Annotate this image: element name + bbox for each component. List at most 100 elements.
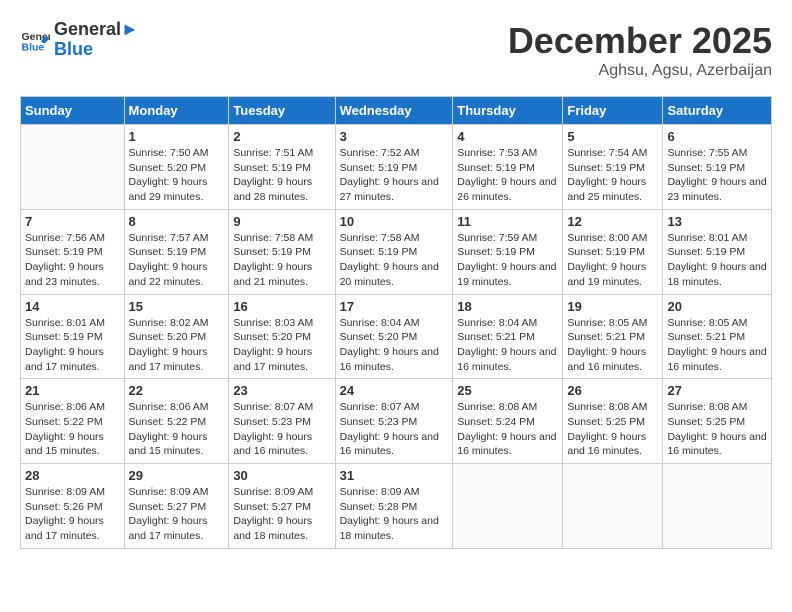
daylight-text: Daylight: 9 hours and 16 minutes. [233,431,312,458]
sunrise-text: Sunrise: 7:50 AM [129,147,209,159]
daylight-text: Daylight: 9 hours and 26 minutes. [457,176,556,203]
sunrise-text: Sunrise: 7:56 AM [25,232,105,244]
day-number: 29 [129,468,225,483]
daylight-text: Daylight: 9 hours and 16 minutes. [567,346,646,373]
daylight-text: Daylight: 9 hours and 18 minutes. [233,515,312,542]
daylight-text: Daylight: 9 hours and 18 minutes. [340,515,439,542]
sunset-text: Sunset: 5:20 PM [233,331,311,343]
sunset-text: Sunset: 5:19 PM [340,246,418,258]
calendar-week-row: 14 Sunrise: 8:01 AM Sunset: 5:19 PM Dayl… [21,294,772,379]
weekday-header-wednesday: Wednesday [335,97,453,125]
sunset-text: Sunset: 5:23 PM [233,416,311,428]
sunrise-text: Sunrise: 7:55 AM [667,147,747,159]
daylight-text: Daylight: 9 hours and 16 minutes. [340,431,439,458]
sunset-text: Sunset: 5:19 PM [233,162,311,174]
sunrise-text: Sunrise: 7:53 AM [457,147,537,159]
sunset-text: Sunset: 5:19 PM [233,246,311,258]
day-number: 3 [340,129,449,144]
calendar-cell: 4 Sunrise: 7:53 AM Sunset: 5:19 PM Dayli… [453,125,563,210]
day-number: 28 [25,468,120,483]
daylight-text: Daylight: 9 hours and 15 minutes. [25,431,104,458]
day-number: 9 [233,214,330,229]
page-header: General Blue General► Blue December 2025… [20,20,772,80]
sunset-text: Sunset: 5:27 PM [129,501,207,513]
daylight-text: Daylight: 9 hours and 29 minutes. [129,176,208,203]
sunset-text: Sunset: 5:28 PM [340,501,418,513]
day-number: 27 [667,383,767,398]
calendar-cell: 15 Sunrise: 8:02 AM Sunset: 5:20 PM Dayl… [124,294,229,379]
calendar-cell [453,464,563,549]
sunset-text: Sunset: 5:20 PM [340,331,418,343]
sunset-text: Sunset: 5:20 PM [129,331,207,343]
sunset-text: Sunset: 5:24 PM [457,416,535,428]
sunset-text: Sunset: 5:19 PM [567,162,645,174]
daylight-text: Daylight: 9 hours and 23 minutes. [25,261,104,288]
sunrise-text: Sunrise: 8:01 AM [667,232,747,244]
day-number: 11 [457,214,558,229]
day-number: 20 [667,299,767,314]
calendar-cell: 19 Sunrise: 8:05 AM Sunset: 5:21 PM Dayl… [563,294,663,379]
day-number: 1 [129,129,225,144]
sunset-text: Sunset: 5:19 PM [25,246,103,258]
calendar-cell: 10 Sunrise: 7:58 AM Sunset: 5:19 PM Dayl… [335,209,453,294]
calendar-cell: 29 Sunrise: 8:09 AM Sunset: 5:27 PM Dayl… [124,464,229,549]
sunrise-text: Sunrise: 7:52 AM [340,147,420,159]
weekday-header-saturday: Saturday [663,97,772,125]
calendar-cell: 16 Sunrise: 8:03 AM Sunset: 5:20 PM Dayl… [229,294,335,379]
sunrise-text: Sunrise: 7:54 AM [567,147,647,159]
daylight-text: Daylight: 9 hours and 19 minutes. [567,261,646,288]
calendar-cell: 24 Sunrise: 8:07 AM Sunset: 5:23 PM Dayl… [335,379,453,464]
sunset-text: Sunset: 5:23 PM [340,416,418,428]
calendar-cell: 14 Sunrise: 8:01 AM Sunset: 5:19 PM Dayl… [21,294,125,379]
sunrise-text: Sunrise: 8:08 AM [567,401,647,413]
day-number: 16 [233,299,330,314]
sunset-text: Sunset: 5:21 PM [567,331,645,343]
calendar-cell: 17 Sunrise: 8:04 AM Sunset: 5:20 PM Dayl… [335,294,453,379]
sunset-text: Sunset: 5:19 PM [667,162,745,174]
sunrise-text: Sunrise: 8:00 AM [567,232,647,244]
sunrise-text: Sunrise: 8:08 AM [667,401,747,413]
sunrise-text: Sunrise: 7:58 AM [340,232,420,244]
weekday-header-thursday: Thursday [453,97,563,125]
sunset-text: Sunset: 5:19 PM [457,246,535,258]
sunset-text: Sunset: 5:21 PM [457,331,535,343]
logo-blue: Blue [54,40,139,60]
calendar-cell: 28 Sunrise: 8:09 AM Sunset: 5:26 PM Dayl… [21,464,125,549]
day-number: 25 [457,383,558,398]
day-number: 30 [233,468,330,483]
calendar-cell: 5 Sunrise: 7:54 AM Sunset: 5:19 PM Dayli… [563,125,663,210]
calendar-cell: 3 Sunrise: 7:52 AM Sunset: 5:19 PM Dayli… [335,125,453,210]
calendar-cell: 21 Sunrise: 8:06 AM Sunset: 5:22 PM Dayl… [21,379,125,464]
sunset-text: Sunset: 5:27 PM [233,501,311,513]
sunrise-text: Sunrise: 8:09 AM [129,486,209,498]
daylight-text: Daylight: 9 hours and 17 minutes. [25,515,104,542]
calendar-cell: 8 Sunrise: 7:57 AM Sunset: 5:19 PM Dayli… [124,209,229,294]
daylight-text: Daylight: 9 hours and 25 minutes. [567,176,646,203]
sunset-text: Sunset: 5:19 PM [457,162,535,174]
calendar-cell: 9 Sunrise: 7:58 AM Sunset: 5:19 PM Dayli… [229,209,335,294]
calendar-cell [663,464,772,549]
daylight-text: Daylight: 9 hours and 18 minutes. [667,261,766,288]
daylight-text: Daylight: 9 hours and 17 minutes. [129,346,208,373]
month-title: December 2025 [508,20,772,62]
daylight-text: Daylight: 9 hours and 16 minutes. [667,346,766,373]
day-number: 17 [340,299,449,314]
calendar-cell [563,464,663,549]
day-number: 15 [129,299,225,314]
day-number: 2 [233,129,330,144]
day-number: 8 [129,214,225,229]
day-number: 4 [457,129,558,144]
logo-general: General► [54,20,139,40]
day-number: 26 [567,383,658,398]
calendar-week-row: 21 Sunrise: 8:06 AM Sunset: 5:22 PM Dayl… [21,379,772,464]
calendar-week-row: 1 Sunrise: 7:50 AM Sunset: 5:20 PM Dayli… [21,125,772,210]
svg-text:Blue: Blue [22,41,45,53]
calendar-cell: 26 Sunrise: 8:08 AM Sunset: 5:25 PM Dayl… [563,379,663,464]
calendar-cell: 7 Sunrise: 7:56 AM Sunset: 5:19 PM Dayli… [21,209,125,294]
calendar-cell: 2 Sunrise: 7:51 AM Sunset: 5:19 PM Dayli… [229,125,335,210]
calendar-cell: 6 Sunrise: 7:55 AM Sunset: 5:19 PM Dayli… [663,125,772,210]
calendar-cell: 12 Sunrise: 8:00 AM Sunset: 5:19 PM Dayl… [563,209,663,294]
day-number: 23 [233,383,330,398]
daylight-text: Daylight: 9 hours and 16 minutes. [340,346,439,373]
day-number: 21 [25,383,120,398]
